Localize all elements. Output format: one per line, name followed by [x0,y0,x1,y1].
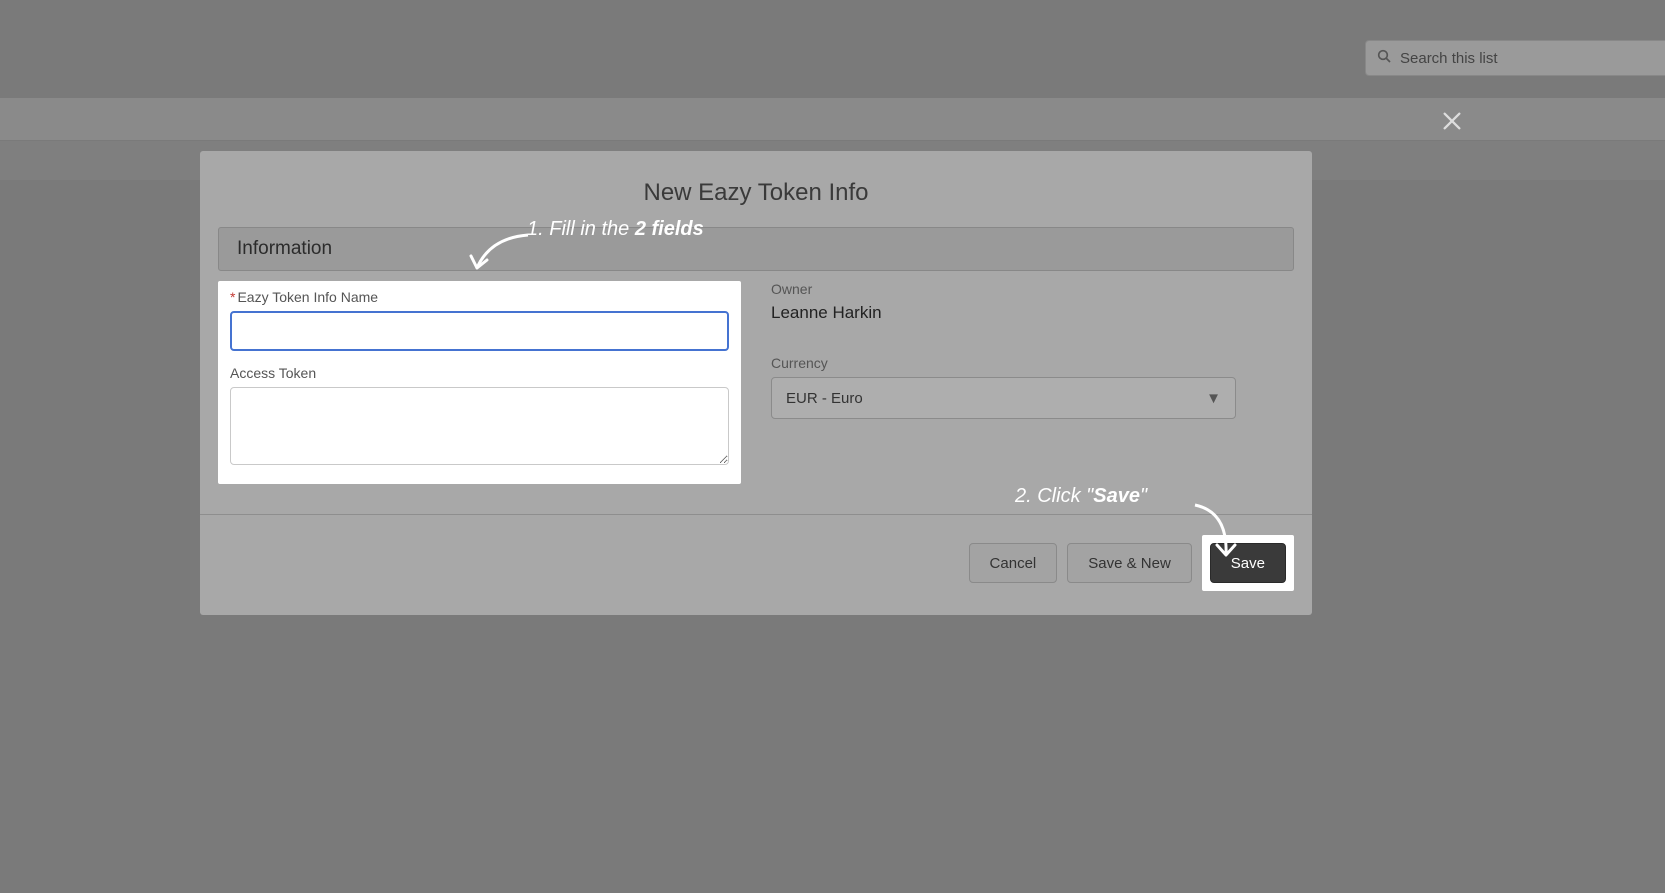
access-token-input[interactable] [230,387,729,465]
save-and-new-button[interactable]: Save & New [1067,543,1192,583]
field-access-token: Access Token [230,365,729,470]
search-input-wrap[interactable]: Search this list [1365,40,1665,76]
form-body: *Eazy Token Info Name Access Token Owner… [200,271,1312,514]
save-button[interactable]: Save [1210,543,1286,583]
background-band [0,98,1665,140]
form-column-right: Owner Leanne Harkin Currency EUR - Euro … [771,281,1294,484]
name-label-text: Eazy Token Info Name [237,289,378,305]
name-input[interactable] [230,311,729,351]
name-label: *Eazy Token Info Name [230,289,729,305]
cancel-button[interactable]: Cancel [969,543,1058,583]
currency-value: EUR - Euro [786,390,863,407]
owner-label: Owner [771,281,1294,297]
field-owner: Owner Leanne Harkin [771,281,1294,323]
form-column-left: *Eazy Token Info Name Access Token [218,281,741,484]
save-highlight: Save [1202,535,1294,591]
section-header-information: Information [218,227,1294,271]
modal-title: New Eazy Token Info [200,151,1312,227]
field-currency: Currency EUR - Euro ▼ [771,355,1294,419]
access-token-label: Access Token [230,365,729,381]
search-icon [1376,48,1392,68]
chevron-down-icon: ▼ [1206,390,1221,407]
highlight-fields: *Eazy Token Info Name Access Token [218,281,741,484]
field-name: *Eazy Token Info Name [230,289,729,351]
currency-label: Currency [771,355,1294,371]
close-icon [1441,110,1463,132]
modal-footer: Cancel Save & New Save [200,514,1312,615]
modal-new-eazy-token: New Eazy Token Info Information *Eazy To… [200,151,1312,615]
owner-value: Leanne Harkin [771,303,882,322]
close-button[interactable] [1439,108,1465,134]
search-placeholder: Search this list [1400,50,1498,67]
currency-select[interactable]: EUR - Euro ▼ [771,377,1236,419]
